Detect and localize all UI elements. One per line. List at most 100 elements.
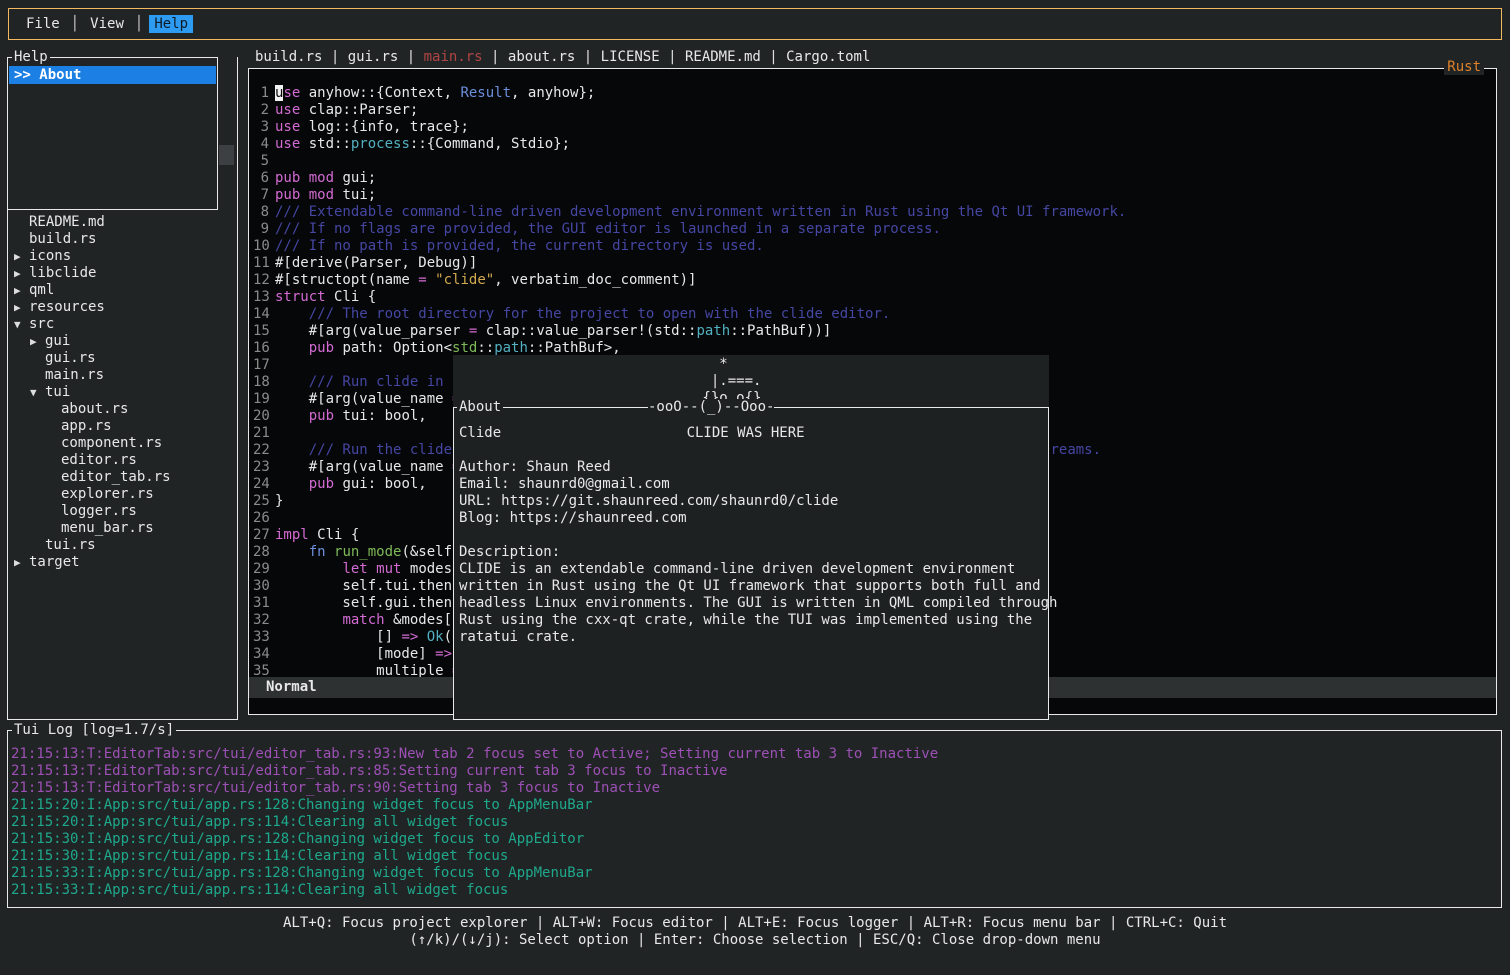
tree-item-icons[interactable]: ▶icons [8, 248, 236, 265]
code-text: [] => Ok(R [275, 629, 460, 646]
line-number: 34 [253, 646, 269, 663]
code-token [275, 340, 309, 356]
code-line-7: 7 pub mod tui; [249, 187, 1495, 204]
tree-item-about-rs[interactable]: about.rs [8, 401, 236, 418]
code-text: use log::{info, trace}; [275, 119, 469, 136]
tree-item-label: about.rs [61, 401, 128, 418]
tree-indent-spacer [14, 214, 29, 231]
help-dropdown-title: Help [12, 49, 50, 65]
tree-item-src[interactable]: ▼src [8, 316, 236, 333]
code-text: [mode] => [275, 646, 452, 663]
code-token: , verbatim_doc_comment)] [494, 272, 696, 288]
line-number: 17 [253, 357, 269, 374]
tab-gui-rs[interactable]: gui.rs [348, 49, 399, 67]
menu-item-about[interactable]: >> About [9, 66, 216, 84]
code-token: /// If no path is provided, the current … [275, 238, 764, 254]
tab-separator: | [761, 49, 786, 67]
line-number: 23 [253, 459, 269, 476]
tree-item-gui-rs[interactable]: gui.rs [8, 350, 236, 367]
code-token: => [401, 629, 418, 645]
tree-item-editor-rs[interactable]: editor.rs [8, 452, 236, 469]
code-token: #[structopt(name [275, 272, 418, 288]
tree-item-libclide[interactable]: ▶libclide [8, 265, 236, 282]
code-text: #[structopt(name = "clide", verbatim_doc… [275, 272, 696, 289]
code-token: /// Run the clide [309, 442, 452, 458]
code-text: pub tui: bool, [275, 408, 427, 425]
tree-item-component-rs[interactable]: component.rs [8, 435, 236, 452]
chevron-down-icon: ▼ [30, 384, 45, 401]
code-text: /// The root directory for the project t… [275, 306, 890, 323]
tree-indent-spacer [46, 418, 61, 435]
tree-indent-spacer [46, 469, 61, 486]
line-number: 12 [253, 272, 269, 289]
tree-item-target[interactable]: ▶target [8, 554, 236, 571]
log-entry: 21:15:33:I:App:src/tui/app.rs:128:Changi… [11, 865, 1499, 882]
tree-item-gui[interactable]: ▶gui [8, 333, 236, 350]
code-token: mod [309, 170, 334, 186]
editor-tab-bar: build.rs | gui.rs | main.rs | about.rs |… [255, 49, 870, 67]
tab-cargo-toml[interactable]: Cargo.toml [786, 49, 870, 67]
line-number: 20 [253, 408, 269, 425]
tree-item-build-rs[interactable]: build.rs [8, 231, 236, 248]
line-number: 1 [253, 85, 269, 102]
tree-item-label: libclide [29, 265, 96, 282]
tab-license[interactable]: LICENSE [601, 49, 660, 67]
help-dropdown-menu: Help >> About [7, 57, 218, 210]
code-token: reams. [1050, 442, 1101, 458]
tree-item-tui[interactable]: ▼tui [8, 384, 236, 401]
about-dialog-title: About [457, 399, 503, 415]
code-text: #[arg(value_name = [275, 391, 460, 408]
tab-readme-md[interactable]: README.md [685, 49, 761, 67]
tree-indent-spacer [30, 350, 45, 367]
tab-build-rs[interactable]: build.rs [255, 49, 322, 67]
tree-item-main-rs[interactable]: main.rs [8, 367, 236, 384]
tree-item-logger-rs[interactable]: logger.rs [8, 503, 236, 520]
line-number: 16 [253, 340, 269, 357]
tab-main-rs[interactable]: main.rs [424, 49, 483, 67]
tree-item-explorer-rs[interactable]: explorer.rs [8, 486, 236, 503]
code-token [368, 561, 376, 577]
code-text: struct Cli { [275, 289, 376, 306]
explorer-scrollbar-thumb[interactable] [219, 145, 234, 165]
line-number: 2 [253, 102, 269, 119]
tree-item-resources[interactable]: ▶resources [8, 299, 236, 316]
chevron-right-icon: ▶ [14, 265, 29, 282]
tree-indent-spacer [46, 503, 61, 520]
tree-item-qml[interactable]: ▶qml [8, 282, 236, 299]
tree-item-label: resources [29, 299, 105, 316]
code-token: #[arg(value_name [275, 391, 452, 407]
code-token: self.gui.then( [275, 595, 460, 611]
tree-item-label: src [29, 316, 54, 333]
code-token: impl [275, 527, 309, 543]
line-number: 13 [253, 289, 269, 306]
tree-item-label: editor_tab.rs [61, 469, 171, 486]
menu-item-view[interactable]: View [85, 15, 129, 33]
code-token: gui; [334, 170, 376, 186]
menu-item-file[interactable]: File [21, 15, 65, 33]
tree-item-menu-bar-rs[interactable]: menu_bar.rs [8, 520, 236, 537]
tree-item-tui-rs[interactable]: tui.rs [8, 537, 236, 554]
code-token: , anyhow}; [511, 85, 595, 101]
line-number: 27 [253, 527, 269, 544]
line-number: 7 [253, 187, 269, 204]
tree-item-label: app.rs [61, 418, 112, 435]
code-text: let mut modes [275, 561, 452, 578]
menu-separator: │ [135, 16, 143, 32]
tree-item-editor-tab-rs[interactable]: editor_tab.rs [8, 469, 236, 486]
code-token: pub [275, 170, 300, 186]
line-number: 30 [253, 578, 269, 595]
line-number: 29 [253, 561, 269, 578]
tree-indent-spacer [46, 520, 61, 537]
tree-item-app-rs[interactable]: app.rs [8, 418, 236, 435]
code-text: pub mod tui; [275, 187, 376, 204]
menu-item-help[interactable]: Help [149, 15, 193, 33]
code-token [326, 544, 334, 560]
tab-about-rs[interactable]: about.rs [508, 49, 575, 67]
code-line-13: 13 struct Cli { [249, 289, 1495, 306]
log-entry: 21:15:30:I:App:src/tui/app.rs:128:Changi… [11, 831, 1499, 848]
code-token: /// Run clide in h [309, 374, 461, 390]
code-token: (&self) [401, 544, 460, 560]
tree-item-readme-md[interactable]: README.md [8, 214, 236, 231]
code-line-1: 1use anyhow::{Context, Result, anyhow}; [249, 85, 1495, 102]
tree-item-label: component.rs [61, 435, 162, 452]
